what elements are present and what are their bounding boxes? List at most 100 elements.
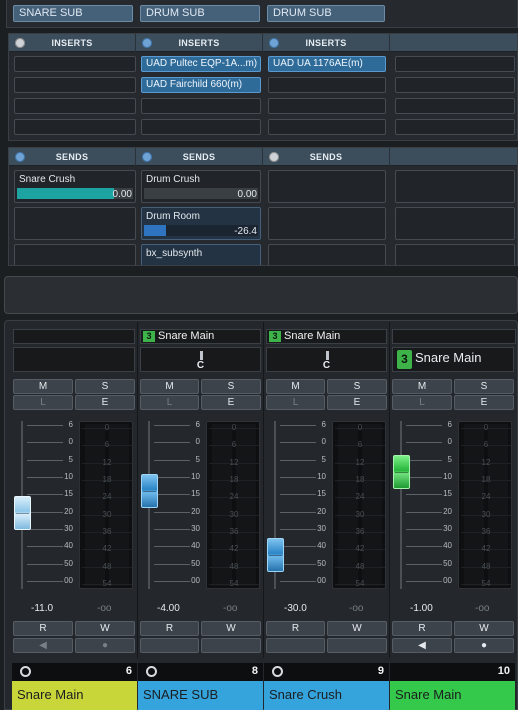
pan-control-1[interactable] <box>13 347 135 372</box>
listen-button-4[interactable]: L <box>392 395 452 410</box>
insert-slot-3-1[interactable]: UAD UA 1176AE(m) <box>268 56 386 72</box>
send-slot-bx-subsynth[interactable]: bx_subsynth <box>141 244 261 265</box>
mute-button-4[interactable]: M <box>392 379 452 394</box>
send-slot-empty-6[interactable] <box>395 170 515 203</box>
volume-value-3[interactable]: -30.0 <box>284 603 307 614</box>
fader-handle[interactable] <box>267 538 284 573</box>
send-slot-empty-4[interactable] <box>268 207 386 240</box>
send-slot-empty-3[interactable] <box>268 170 386 203</box>
monitor-button-3[interactable] <box>266 638 325 653</box>
send-bypass-led-1[interactable] <box>15 152 25 162</box>
insert-bypass-led-2[interactable] <box>142 38 152 48</box>
fader-track[interactable] <box>400 421 402 589</box>
pan-knob[interactable] <box>199 351 203 360</box>
insert-slot-2-1[interactable]: UAD Pultec EQP-1A...m) <box>141 56 261 72</box>
insert-slot-2-4[interactable] <box>141 119 261 135</box>
write-button-3[interactable]: W <box>327 621 387 636</box>
volume-value-4[interactable]: -1.00 <box>410 603 433 614</box>
record-button-2[interactable] <box>201 638 261 653</box>
fader-handle[interactable] <box>393 455 410 489</box>
input-routing-4[interactable] <box>392 329 516 344</box>
insert-slot-4-3[interactable] <box>395 98 515 114</box>
read-button-1[interactable]: R <box>13 621 73 636</box>
send-slot-empty-7[interactable] <box>395 207 515 240</box>
edit-button-4[interactable]: E <box>454 395 514 410</box>
fader-scale-label: 0 <box>195 437 200 447</box>
insert-slot-1-2[interactable] <box>14 77 136 93</box>
solo-button-4[interactable]: S <box>454 379 514 394</box>
send-slot-empty-5[interactable] <box>268 244 386 265</box>
write-button-1[interactable]: W <box>75 621 135 636</box>
volume-value-2[interactable]: -4.00 <box>157 603 180 614</box>
channel-name-1[interactable]: Snare Main <box>12 681 137 710</box>
mute-button-1[interactable]: M <box>13 379 73 394</box>
power-icon[interactable] <box>272 666 283 677</box>
solo-button-2[interactable]: S <box>201 379 261 394</box>
output-routing-button-2[interactable]: DRUM SUB <box>140 5 260 22</box>
insert-bypass-led-3[interactable] <box>269 38 279 48</box>
fader-handle[interactable] <box>14 495 31 530</box>
insert-slot-1-1[interactable] <box>14 56 136 72</box>
insert-slot-4-1[interactable] <box>395 56 515 72</box>
insert-slot-1-4[interactable] <box>14 119 136 135</box>
input-routing-3[interactable]: 3 Snare Main <box>266 329 387 344</box>
read-button-3[interactable]: R <box>266 621 325 636</box>
mute-button-2[interactable]: M <box>140 379 199 394</box>
record-button-3[interactable] <box>327 638 387 653</box>
send-slot-empty-8[interactable] <box>395 244 515 265</box>
edit-button-2[interactable]: E <box>201 395 261 410</box>
send-bypass-led-2[interactable] <box>142 152 152 162</box>
power-icon[interactable] <box>146 666 157 677</box>
send-slot-empty-2[interactable] <box>14 244 136 265</box>
pan-control-2[interactable]: C <box>140 347 261 372</box>
solo-button-1[interactable]: S <box>75 379 135 394</box>
edit-button-1[interactable]: E <box>75 395 135 410</box>
record-button-1[interactable]: ● <box>75 638 135 653</box>
pan-knob[interactable] <box>325 351 329 360</box>
monitor-button-4[interactable]: ◀ <box>392 638 452 653</box>
insert-bypass-led-1[interactable] <box>15 38 25 48</box>
insert-slot-1-3[interactable] <box>14 98 136 114</box>
meter-scale-label: 48 <box>102 561 112 571</box>
read-button-4[interactable]: R <box>392 621 452 636</box>
solo-button-3[interactable]: S <box>327 379 387 394</box>
channel-name-3[interactable]: Snare Crush <box>264 681 389 710</box>
listen-button-1[interactable]: L <box>13 395 73 410</box>
fader-scale-label: 20 <box>317 506 326 516</box>
record-button-4[interactable]: ● <box>454 638 514 653</box>
insert-slot-3-3[interactable] <box>268 98 386 114</box>
pan-control-3[interactable]: C <box>266 347 387 372</box>
send-slot-empty-1[interactable] <box>14 207 136 240</box>
monitor-button-2[interactable] <box>140 638 199 653</box>
read-button-2[interactable]: R <box>140 621 199 636</box>
input-routing-1[interactable] <box>13 329 135 344</box>
listen-button-2[interactable]: L <box>140 395 199 410</box>
listen-button-3[interactable]: L <box>266 395 325 410</box>
insert-slot-4-4[interactable] <box>395 119 515 135</box>
insert-slot-3-2[interactable] <box>268 77 386 93</box>
output-routing-button-1[interactable]: SNARE SUB <box>13 5 133 22</box>
send-slot-drum-room[interactable]: Drum Room -26.4 <box>141 207 261 240</box>
channel-name-4[interactable]: Snare Main <box>390 681 515 710</box>
edit-button-3[interactable]: E <box>327 395 387 410</box>
mute-button-3[interactable]: M <box>266 379 325 394</box>
write-button-4[interactable]: W <box>454 621 514 636</box>
input-routing-2[interactable]: 3 Snare Main <box>140 329 261 344</box>
insert-slot-3-4[interactable] <box>268 119 386 135</box>
write-button-2[interactable]: W <box>201 621 261 636</box>
send-bypass-led-3[interactable] <box>269 152 279 162</box>
monitor-button-1[interactable]: ◀ <box>13 638 73 653</box>
fader-handle[interactable] <box>141 474 158 509</box>
meter-scale-label: 6 <box>231 440 237 450</box>
section-splitter[interactable] <box>4 276 518 314</box>
insert-slot-2-2[interactable]: UAD Fairchild 660(m) <box>141 77 261 93</box>
send-slot-snare-crush[interactable]: Snare Crush 0.00 <box>14 170 136 203</box>
meter-scale-label: 30 <box>355 509 365 519</box>
insert-slot-2-3[interactable] <box>141 98 261 114</box>
volume-value-1[interactable]: -11.0 <box>31 603 53 614</box>
output-routing-button-3[interactable]: DRUM SUB <box>267 5 385 22</box>
power-icon[interactable] <box>20 666 31 677</box>
insert-slot-4-2[interactable] <box>395 77 515 93</box>
send-slot-drum-crush[interactable]: Drum Crush 0.00 <box>141 170 261 203</box>
channel-name-2[interactable]: SNARE SUB <box>138 681 263 710</box>
